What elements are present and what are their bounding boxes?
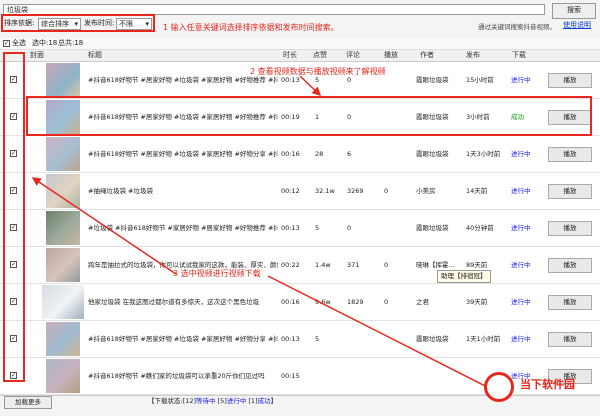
status-suffix: 】 xyxy=(270,397,278,405)
status-progress: 进行中 xyxy=(226,397,247,405)
annotation-arrows xyxy=(31,75,507,397)
arrow-step3-left xyxy=(31,177,177,275)
watermark-text: 当下软件园 xyxy=(520,378,575,391)
status-success: 成功 xyxy=(257,397,271,405)
arrow-step2 xyxy=(299,75,322,97)
status-mid2: [1] xyxy=(246,397,258,405)
download-status-summary: 【下载状态:[12]等待中 [5]进行中 [1]成功】 xyxy=(148,396,277,407)
watermark-logo-icon xyxy=(484,372,514,402)
arrow-step3-right xyxy=(267,275,507,397)
load-more-button[interactable]: 加载更多 xyxy=(4,396,52,409)
status-bar xyxy=(0,395,600,416)
status-prefix: 【下载状态:[12] xyxy=(148,397,197,405)
status-waiting: 等待中 xyxy=(196,397,216,405)
status-mid1: [5] xyxy=(215,397,227,405)
